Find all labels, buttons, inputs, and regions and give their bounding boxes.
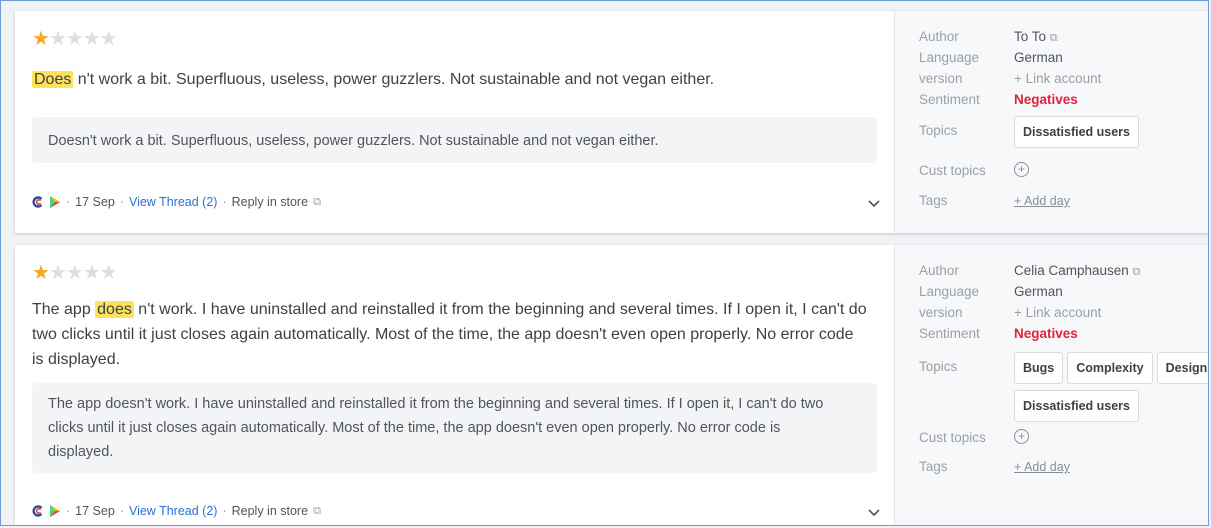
chevron-down-icon[interactable] <box>868 197 880 211</box>
review-main: ★★★★★ Does n't work a bit. Superfluous, … <box>15 11 894 233</box>
review-list: ★★★★★ Does n't work a bit. Superfluous, … <box>0 0 1209 526</box>
star-filled-icon: ★ <box>32 262 50 284</box>
star-empty-icon: ★ <box>65 28 84 50</box>
review-card: ★★★★★ The app does n't work. I have unin… <box>15 245 1208 525</box>
language-label: Language <box>919 50 980 65</box>
star-empty-icon: ★ <box>99 28 118 50</box>
topics-label: Topics <box>919 123 958 138</box>
language-label: Language <box>919 284 980 299</box>
external-link-icon[interactable]: ⧉ <box>1050 32 1058 44</box>
view-thread-link[interactable]: View Thread (2) <box>129 504 217 518</box>
play-triangle-icon <box>49 196 61 208</box>
review-date: 17 Sep <box>75 504 115 518</box>
review-meta-panel: Author Celia Camphausen ⧉ Language Germa… <box>894 245 1208 525</box>
author-label: Author <box>919 29 959 44</box>
review-footer: · 17 Sep · View Thread (2) · Reply in st… <box>32 504 321 518</box>
translated-text: Doesn't work a bit. Superfluous, useless… <box>32 117 877 163</box>
topic-chips: BugsComplexityDesign & UX <box>1014 352 1208 384</box>
topics-label: Topics <box>919 359 958 374</box>
topic-chips: Dissatisfied users <box>1014 390 1143 422</box>
author-name[interactable]: To To <box>1014 29 1046 44</box>
cust-topics-label: Cust topics <box>919 430 986 445</box>
translated-text: The app doesn't work. I have uninstalled… <box>32 383 877 473</box>
review-body: n't work a bit. Superfluous, useless, po… <box>73 71 715 88</box>
review-body: The app <box>32 301 96 318</box>
topic-chip[interactable]: Design & UX <box>1156 352 1208 384</box>
sentiment-value: Negatives <box>1014 92 1078 107</box>
reply-in-store-link[interactable]: Reply in store <box>232 195 308 209</box>
keyword-highlight: Does <box>32 71 74 88</box>
external-link-icon: ⧉ <box>313 504 321 517</box>
cust-topics-label: Cust topics <box>919 163 986 178</box>
chevron-down-icon[interactable] <box>868 506 880 520</box>
review-footer: · 17 Sep · View Thread (2) · Reply in st… <box>32 195 321 209</box>
review-meta-panel: Author To To ⧉ Language German version +… <box>894 11 1208 233</box>
sentiment-label: Sentiment <box>919 326 980 341</box>
view-thread-link[interactable]: View Thread (2) <box>129 195 217 209</box>
star-empty-icon: ★ <box>99 262 118 284</box>
add-tag-button[interactable]: + Add day <box>1014 192 1070 210</box>
author-label: Author <box>919 263 959 278</box>
review-body: is displayed. <box>32 351 121 368</box>
star-rating: ★★★★★ <box>32 28 118 50</box>
plus-circle-icon[interactable]: + <box>1014 160 1029 178</box>
review-body: two clicks until it just closes again au… <box>32 326 854 343</box>
reply-in-store-link[interactable]: Reply in store <box>232 504 308 518</box>
language-value: German <box>1014 284 1063 299</box>
external-link-icon: ⧉ <box>313 195 321 208</box>
add-tag-button[interactable]: + Add day <box>1014 458 1070 476</box>
review-text: Does n't work a bit. Superfluous, useles… <box>32 67 882 92</box>
language-value: German <box>1014 50 1063 65</box>
review-body: n't work. I have uninstalled and reinsta… <box>133 301 867 318</box>
star-empty-icon: ★ <box>82 262 101 284</box>
link-account-button[interactable]: + Link account <box>1014 304 1101 322</box>
tags-label: Tags <box>919 459 948 474</box>
review-card: ★★★★★ Does n't work a bit. Superfluous, … <box>15 11 1208 233</box>
star-empty-icon: ★ <box>65 262 84 284</box>
review-main: ★★★★★ The app does n't work. I have unin… <box>15 245 894 525</box>
star-rating: ★★★★★ <box>32 262 118 284</box>
topic-chip[interactable]: Bugs <box>1014 352 1064 384</box>
tags-label: Tags <box>919 193 948 208</box>
c-logo-icon <box>32 505 44 517</box>
review-text: The app does n't work. I have uninstalle… <box>32 297 892 372</box>
star-empty-icon: ★ <box>48 262 67 284</box>
star-filled-icon: ★ <box>32 28 50 50</box>
topic-chips: Dissatisfied users <box>1014 116 1143 148</box>
keyword-highlight: does <box>95 301 134 318</box>
c-logo-icon <box>32 196 44 208</box>
link-account-button[interactable]: + Link account <box>1014 70 1101 88</box>
sentiment-label: Sentiment <box>919 92 980 107</box>
star-empty-icon: ★ <box>82 28 101 50</box>
plus-circle-icon[interactable]: + <box>1014 427 1029 445</box>
star-empty-icon: ★ <box>48 28 67 50</box>
version-label: version <box>919 71 963 86</box>
review-date: 17 Sep <box>75 195 115 209</box>
topic-chip[interactable]: Dissatisfied users <box>1014 116 1139 148</box>
author-name[interactable]: Celia Camphausen <box>1014 263 1129 278</box>
topic-chip[interactable]: Complexity <box>1067 352 1153 384</box>
sentiment-value: Negatives <box>1014 326 1078 341</box>
play-triangle-icon <box>49 505 61 517</box>
external-link-icon[interactable]: ⧉ <box>1133 266 1141 278</box>
version-label: version <box>919 305 963 320</box>
topic-chip[interactable]: Dissatisfied users <box>1014 390 1139 422</box>
